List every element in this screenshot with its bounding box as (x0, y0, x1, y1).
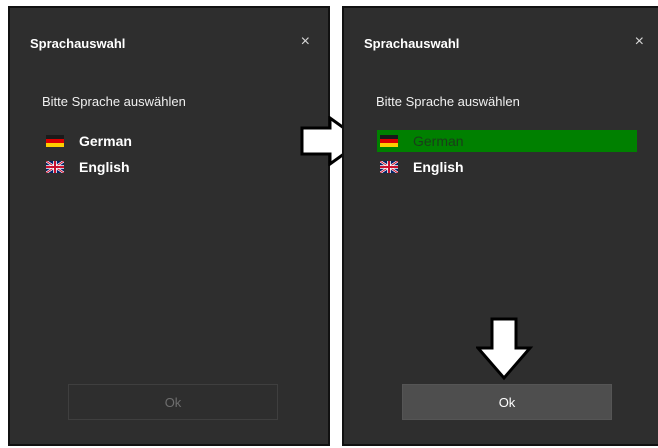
uk-flag-icon (380, 161, 398, 173)
ok-button[interactable]: Ok (402, 384, 612, 420)
ok-button-disabled[interactable]: Ok (68, 384, 278, 420)
language-option-english[interactable]: English (380, 156, 634, 178)
language-label: German (413, 133, 464, 149)
language-label: English (413, 159, 464, 175)
close-icon[interactable]: × (635, 33, 644, 51)
dialog-title: Sprachauswahl (30, 36, 126, 51)
language-option-german[interactable]: German (46, 130, 300, 152)
uk-flag-icon (46, 161, 64, 173)
language-prompt: Bitte Sprache auswählen (376, 94, 520, 109)
dialog-title: Sprachauswahl (364, 36, 460, 51)
de-flag-icon (380, 135, 398, 147)
close-icon[interactable]: × (301, 33, 310, 51)
down-arrow-icon (476, 317, 534, 381)
de-flag-icon (46, 135, 64, 147)
language-prompt: Bitte Sprache auswählen (42, 94, 186, 109)
language-label: German (79, 133, 132, 149)
language-dialog-initial: Sprachauswahl × Bitte Sprache auswählen … (8, 6, 330, 446)
language-label: English (79, 159, 130, 175)
language-option-english[interactable]: English (46, 156, 300, 178)
language-option-german-selected[interactable]: German (377, 130, 637, 152)
